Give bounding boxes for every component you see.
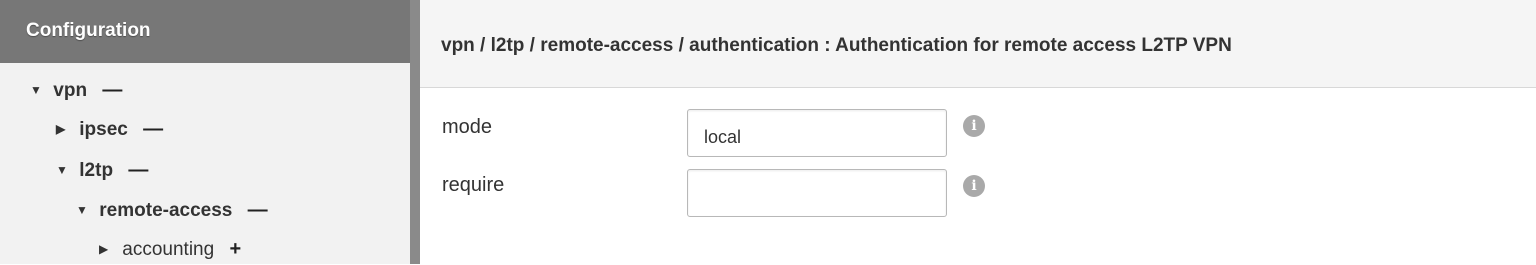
collapse-icon[interactable]: — xyxy=(128,159,148,181)
info-icon[interactable]: i xyxy=(963,175,985,197)
tree-item-label[interactable]: remote-access xyxy=(99,200,232,221)
mode-input[interactable] xyxy=(687,109,947,157)
caret-down-icon[interactable]: ▼ xyxy=(56,155,74,185)
field-label-mode: mode xyxy=(442,116,493,138)
sidebar-title: Configuration xyxy=(0,0,410,63)
tree-item-vpn[interactable]: ▼ vpn — xyxy=(30,75,122,105)
sidebar: Configuration ▼ vpn — ▶ ipsec — ▼ l2tp —… xyxy=(0,0,410,264)
caret-down-icon[interactable]: ▼ xyxy=(76,195,94,225)
expand-icon[interactable]: + xyxy=(229,238,241,260)
collapse-icon[interactable]: — xyxy=(143,118,163,140)
tree-item-l2tp[interactable]: ▼ l2tp — xyxy=(56,155,148,185)
collapse-icon[interactable]: — xyxy=(102,79,122,101)
require-input[interactable] xyxy=(687,169,947,217)
collapse-icon[interactable]: — xyxy=(248,199,268,221)
info-icon[interactable]: i xyxy=(963,115,985,137)
caret-down-icon[interactable]: ▼ xyxy=(30,75,48,105)
tree-item-label[interactable]: accounting xyxy=(122,239,214,260)
tree-item-remote-access[interactable]: ▼ remote-access — xyxy=(76,195,268,225)
tree-item-label[interactable]: vpn xyxy=(53,80,87,101)
tree-item-accounting[interactable]: ▶ accounting + xyxy=(99,234,241,264)
tree-item-label[interactable]: ipsec xyxy=(79,119,128,140)
page-title: vpn / l2tp / remote-access / authenticat… xyxy=(420,0,1536,88)
field-label-require: require xyxy=(442,174,505,196)
main-panel: vpn / l2tp / remote-access / authenticat… xyxy=(420,0,1536,264)
panel-divider[interactable] xyxy=(410,0,420,264)
tree-item-label[interactable]: l2tp xyxy=(79,160,113,181)
caret-right-icon[interactable]: ▶ xyxy=(56,114,74,144)
caret-right-icon[interactable]: ▶ xyxy=(99,234,117,264)
tree-item-ipsec[interactable]: ▶ ipsec — xyxy=(56,114,163,144)
